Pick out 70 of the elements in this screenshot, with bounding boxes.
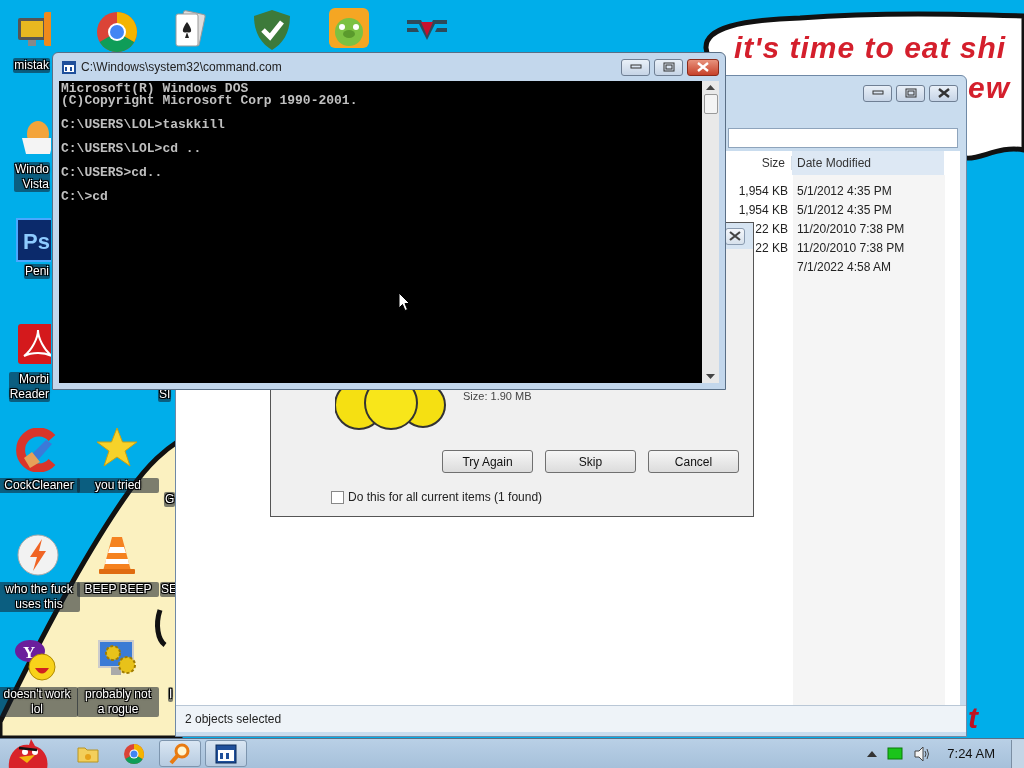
show-desktop-button[interactable] xyxy=(1011,739,1024,768)
close-icon xyxy=(696,62,710,72)
file-date: 11/20/2010 7:38 PM xyxy=(796,221,906,236)
console-line: C:\>cd xyxy=(61,191,109,203)
file-size: 1,954 KB xyxy=(737,202,789,217)
checkbox[interactable] xyxy=(331,490,344,504)
desktop-icon-label[interactable]: who the fuck uses this xyxy=(0,582,80,612)
minimize-button[interactable] xyxy=(621,58,650,76)
pig-face-icon[interactable] xyxy=(327,6,371,50)
caret-up-icon[interactable] xyxy=(867,750,878,757)
status-text: 2 objects selected xyxy=(185,712,282,726)
scroll-up-icon xyxy=(706,85,715,90)
file-size-text: Size: 1.90 MB xyxy=(463,390,532,402)
ps-badge-icon[interactable]: Ps xyxy=(16,218,51,262)
scrollbar[interactable] xyxy=(702,81,719,383)
console-line: (C)Copyright Microsoft Corp 1990-2001. xyxy=(61,95,359,107)
desktop-icon-label[interactable]: CockCleaner xyxy=(0,478,80,493)
star-icon[interactable] xyxy=(95,426,139,470)
console-line: C:\USERS\LOL>taskkill xyxy=(61,119,226,131)
file-size: 22 KB xyxy=(754,240,789,255)
column-header[interactable]: Size xyxy=(761,156,785,170)
desktop-icon-label[interactable]: Windo Vista xyxy=(14,162,50,192)
close-button[interactable] xyxy=(687,58,719,76)
document-swoosh-icon[interactable] xyxy=(16,322,51,366)
desktop-icon-label[interactable]: probably not a rogue xyxy=(77,687,159,717)
column-header[interactable]: Date Modified xyxy=(792,151,944,175)
search-field[interactable] xyxy=(728,128,958,148)
close-button[interactable] xyxy=(929,84,958,102)
desktop-icon-label[interactable]: Morbi Reader xyxy=(8,372,50,402)
console-line: Microsoft(R) Windows DOS xyxy=(61,83,249,95)
file-date: 7/1/2022 4:58 AM xyxy=(796,259,893,274)
mouse-pointer-icon xyxy=(398,292,411,312)
checkbox-label[interactable]: Do this for all current items (1 found) xyxy=(348,490,543,504)
speech-bubble-text: ew xyxy=(968,70,1011,106)
browser-icon[interactable] xyxy=(95,10,139,54)
desktop-icon-label[interactable]: Peni xyxy=(23,264,50,279)
speaker-icon[interactable] xyxy=(913,745,932,762)
maximize-icon xyxy=(662,62,675,72)
minimize-button[interactable] xyxy=(863,84,892,102)
file-size: 1,954 KB xyxy=(737,183,789,198)
taskbar-button[interactable] xyxy=(205,740,247,767)
lightning-bolt-icon[interactable] xyxy=(16,533,60,577)
dialog-button[interactable]: Cancel xyxy=(648,450,739,473)
status-square-icon[interactable] xyxy=(887,746,904,761)
minimize-icon xyxy=(629,64,642,70)
magnifier-icon xyxy=(168,741,192,766)
dialog-button[interactable]: Skip xyxy=(545,450,636,473)
file-size: 22 KB xyxy=(754,221,789,236)
browser-icon xyxy=(122,741,146,766)
file-date: 11/20/2010 7:38 PM xyxy=(796,240,906,255)
minimize-icon xyxy=(871,90,884,96)
close-icon xyxy=(729,231,741,241)
console-line: C:\USERS>cd.. xyxy=(61,167,164,179)
file-date: 5/1/2012 4:35 PM xyxy=(796,183,893,198)
scroll-thumb[interactable] xyxy=(703,94,718,114)
desktop-icon-label[interactable]: you tried xyxy=(77,478,159,493)
file-date: 5/1/2012 4:35 PM xyxy=(796,202,893,217)
desktop-icon-label[interactable]: mistak xyxy=(13,58,50,73)
clock[interactable]: 7:24 AM xyxy=(947,746,995,761)
speech-bubble-text: t xyxy=(968,700,979,736)
close-icon xyxy=(937,88,950,98)
speech-bubble-text: it's time to eat shi xyxy=(734,30,1007,66)
window-title: C:\Windows\system32\command.com xyxy=(81,60,282,74)
scroll-down-icon xyxy=(706,374,715,379)
dialog-button[interactable]: Try Again xyxy=(442,450,533,473)
console-line: C:\USERS\LOL>cd .. xyxy=(61,143,203,155)
console-window-icon xyxy=(214,741,238,766)
maximize-icon xyxy=(904,88,917,98)
console-window-icon xyxy=(61,59,77,75)
desktop-icon-label[interactable]: BEEP BEEP xyxy=(77,582,159,597)
